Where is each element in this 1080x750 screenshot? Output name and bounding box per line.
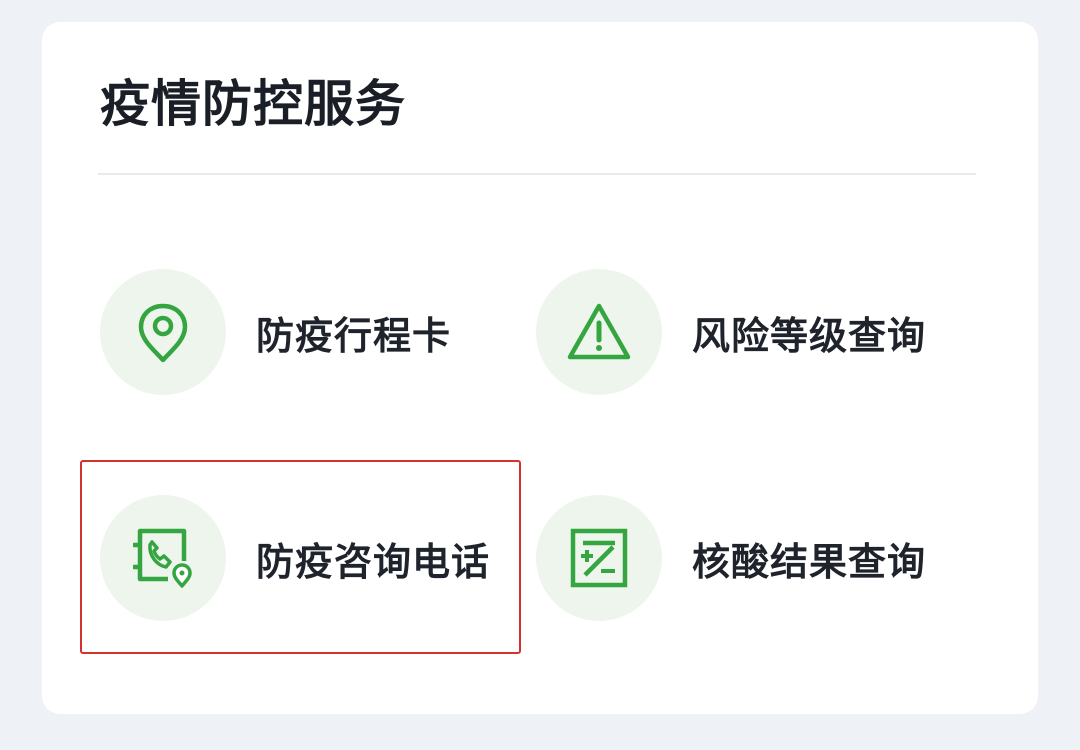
item-label: 风险等级查询 xyxy=(692,313,927,358)
warning-triangle-icon xyxy=(536,269,662,395)
divider xyxy=(98,173,976,175)
item-label: 防疫行程卡 xyxy=(256,313,452,358)
epidemic-service-card: 疫情防控服务 防疫行程卡 风险等级查询 防疫咨询电话 核酸结果查询 xyxy=(42,22,1038,714)
location-pin-icon xyxy=(100,269,226,395)
item-travel-card[interactable]: 防疫行程卡 xyxy=(100,262,520,402)
phone-location-icon xyxy=(100,495,226,621)
card-title: 疫情防控服务 xyxy=(100,75,406,133)
item-label: 核酸结果查询 xyxy=(692,539,927,584)
item-nucleic-acid-result-query[interactable]: 核酸结果查询 xyxy=(536,488,956,628)
item-consult-hotline[interactable]: 防疫咨询电话 xyxy=(100,488,520,628)
item-label: 防疫咨询电话 xyxy=(256,539,491,584)
item-risk-level-query[interactable]: 风险等级查询 xyxy=(536,262,956,402)
test-result-icon xyxy=(536,495,662,621)
